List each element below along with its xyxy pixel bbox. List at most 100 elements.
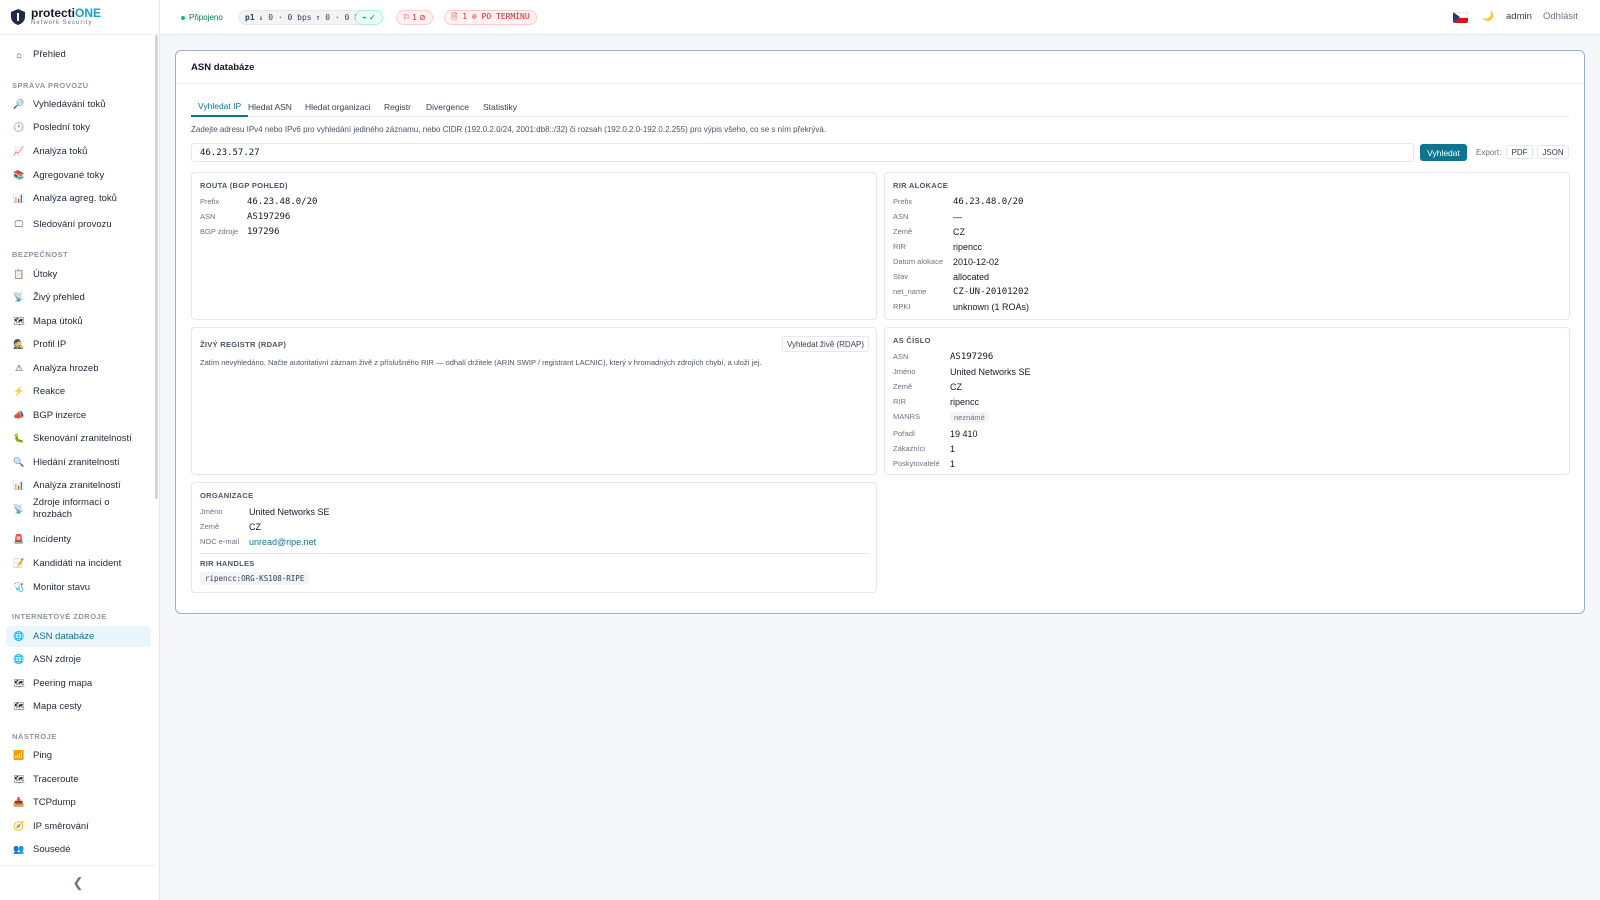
stethoscope-icon: 🩺 [13, 582, 25, 592]
export-pdf-button[interactable]: PDF [1506, 145, 1533, 159]
route-bgp-value: 197296 [247, 226, 280, 237]
signal-icon: 📶 [13, 750, 25, 760]
inbox-icon: 📥 [13, 797, 25, 807]
rdap-title: ŽIVÝ REGISTR (RDAP) [200, 340, 287, 349]
sidebar-nav: ⌂ Přehled SPRÁVA PROVOZU 🔎 Vyhledávání tok… [0, 35, 156, 865]
as-rank-row: Pořadí 19 410 [893, 429, 978, 439]
search-button[interactable]: Vyhledat [1420, 144, 1467, 161]
as-customers-value: 1 [950, 443, 956, 454]
sidebar-item-ping[interactable]: 📶 Ping [6, 745, 151, 766]
sidebar-item-tcpdump[interactable]: 📥 TCPdump [6, 792, 151, 813]
sidebar-item-recent-flows[interactable]: 🕐 Poslední toky [6, 117, 151, 138]
tab-registry[interactable]: Registr [377, 97, 418, 117]
sidebar-item-neighbors[interactable]: 👥 Sousedé [6, 839, 151, 860]
org-name-value: United Networks SE [249, 506, 330, 517]
tab-search-org[interactable]: Hledat organizaci [298, 97, 378, 117]
as-country-row: Země CZ [893, 382, 962, 392]
noc-email-link[interactable]: unread@ripe.net [249, 537, 316, 547]
sidebar-item-attack-map[interactable]: 🗺 Mapa útoků [6, 311, 151, 332]
sidebar-item-label: Živý přehled [33, 292, 85, 303]
flags-badge[interactable]: ⚐ 1 ⊘ [396, 10, 433, 25]
sidebar-item-label: Mapa útoků [33, 316, 83, 327]
page-title: ASN databáze [191, 62, 255, 73]
sidebar-item-incidents[interactable]: 🚨 Incidenty [6, 529, 151, 550]
rir-prefix-row: Prefix 46.23.48.0/20 [893, 197, 1023, 207]
tab-divergence[interactable]: Divergence [419, 97, 476, 117]
sidebar-item-threat-analysis[interactable]: ⚠ Analýza hrozeb [6, 358, 151, 379]
sidebar-item-label: Monitor stavu [33, 582, 91, 593]
sidebar-item-ip-routing[interactable]: 🧭 IP směrování [6, 816, 151, 837]
brand-name: protectiONE [31, 6, 102, 20]
sidebar-item-asn-db[interactable]: 🌐 ASN databáze [6, 626, 151, 647]
sidebar-item-aggregated-analysis[interactable]: 📊 Analýza agreg. toků [6, 188, 151, 209]
as-customers-row: Zákazníci 1 [893, 444, 955, 454]
sidebar-item-ip-profile[interactable]: 🕵 Profil IP [6, 334, 151, 355]
user-name[interactable]: admin [1506, 11, 1532, 22]
tab-lookup-ip[interactable]: Vyhledat IP [191, 97, 249, 117]
sidebar-item-live-overview[interactable]: 📡 Živý přehled [6, 287, 151, 308]
overdue-badge[interactable]: 🗎 1 ⊘ PO TERMÍNU [444, 10, 537, 25]
sidebar-item-traffic-monitoring[interactable]: 🖵 Sledování provozu [6, 214, 151, 235]
route-prefix-value: 46.23.48.0/20 [247, 196, 318, 207]
sidebar-item-label: ASN databáze [33, 631, 95, 642]
sidebar-item-label: Traceroute [33, 774, 79, 785]
sidebar-item-vuln-search[interactable]: 🔍 Hledání zranitelností [6, 452, 151, 473]
czech-flag-icon[interactable] [1453, 12, 1468, 23]
bug-icon: 🐛 [13, 433, 25, 443]
section-internet: INTERNETOVÉ ZDROJE [12, 612, 107, 621]
shield-logo-icon [11, 9, 25, 25]
sidebar-item-label: Poslední toky [33, 122, 91, 133]
sidebar-item-health-monitor[interactable]: 🩺 Monitor stavu [6, 577, 151, 598]
sidebar-item-label: Přehled [33, 49, 66, 60]
sidebar-item-label: Sledování provozu [33, 219, 112, 230]
memo-icon: 📝 [13, 558, 25, 568]
clock-icon: 🕐 [13, 122, 25, 132]
sidebar-item-vuln-scan[interactable]: 🐛 Skenování zranitelností [6, 428, 151, 449]
export-label: Export: [1476, 148, 1502, 157]
sidebar-item-label: IP směrování [33, 821, 89, 832]
sidebar-item-vuln-analysis[interactable]: 📊 Analýza zranitelností [6, 475, 151, 496]
as-name-row: Jméno United Networks SE [893, 367, 1031, 377]
key-label: RIR [893, 242, 906, 251]
tab-statistics[interactable]: Statistiky [476, 97, 524, 117]
as-rank-value: 19 410 [950, 428, 978, 439]
rir-rpki-row: RPKI unknown (1 ROAs) [893, 302, 1029, 312]
sidebar-item-overview[interactable]: ⌂ Přehled [6, 44, 151, 65]
sidebar-item-label: TCPdump [33, 797, 76, 808]
connection-status: Připojeno [175, 10, 229, 25]
sidebar-item-attacks[interactable]: 📋 Útoky [6, 264, 151, 285]
sidebar-item-bgp-injection[interactable]: 📣 BGP inzerce [6, 405, 151, 426]
sidebar-item-incident-candidates[interactable]: 📝 Kandidáti na incident [6, 553, 151, 574]
as-providers-row: Poskytovatelé 1 [893, 459, 955, 469]
sidebar-item-reactions[interactable]: ⚡ Reakce [6, 381, 151, 402]
manrs-badge: neznámé [950, 411, 989, 423]
collapse-sidebar-button[interactable]: ❮ [0, 865, 156, 900]
line-chart-icon: 📈 [13, 146, 25, 156]
sidebar-item-flow-analysis[interactable]: 📈 Analýza toků [6, 141, 151, 162]
sidebar-item-traceroute[interactable]: 🗺 Traceroute [6, 769, 151, 790]
sidebar-item-flow-search[interactable]: 🔎 Vyhledávání toků [6, 94, 151, 115]
sidebar-item-threat-feeds[interactable]: 📡 Zdroje informací o hrozbách [6, 494, 151, 524]
ip-search-input[interactable]: 46.23.57.27 [191, 143, 1414, 162]
logout-link[interactable]: Odhlásit [1543, 11, 1578, 22]
moon-icon[interactable]: 🌙 [1482, 11, 1494, 22]
tab-search-asn[interactable]: Hledat ASN [241, 97, 299, 117]
brand-subtitle: Network Security [31, 20, 93, 26]
key-label: Zákazníci [893, 444, 926, 453]
sidebar-item-peering-map[interactable]: 🗺 Peering mapa [6, 673, 151, 694]
sidebar-item-label: Skenování zranitelností [33, 433, 132, 444]
tab-bar: Vyhledat IP Hledat ASN Hledat organizaci… [191, 97, 1569, 117]
org-country-value: CZ [249, 521, 261, 532]
brand[interactable]: protectiONE Network Security [0, 0, 159, 35]
health-badge[interactable]: ⌁ ✓ [355, 10, 383, 25]
rdap-live-lookup-button[interactable]: Vyhledat živě (RDAP) [782, 336, 869, 352]
sidebar-item-aggregated-flows[interactable]: 📚 Agregované toky [6, 165, 151, 186]
sidebar-scrollbar[interactable] [155, 35, 158, 499]
sidebar-item-path-map[interactable]: 🗺 Mapa cesty [6, 696, 151, 717]
detective-icon: 🕵 [13, 339, 25, 349]
route-panel: ROUTA (BGP POHLED) Prefix 46.23.48.0/20 A… [191, 172, 877, 320]
export-json-button[interactable]: JSON [1537, 145, 1569, 159]
rir-asn-row: ASN — [893, 212, 962, 222]
sidebar-item-asn-sources[interactable]: 🌐 ASN zdroje [6, 649, 151, 670]
rir-country-row: Země CZ [893, 227, 965, 237]
